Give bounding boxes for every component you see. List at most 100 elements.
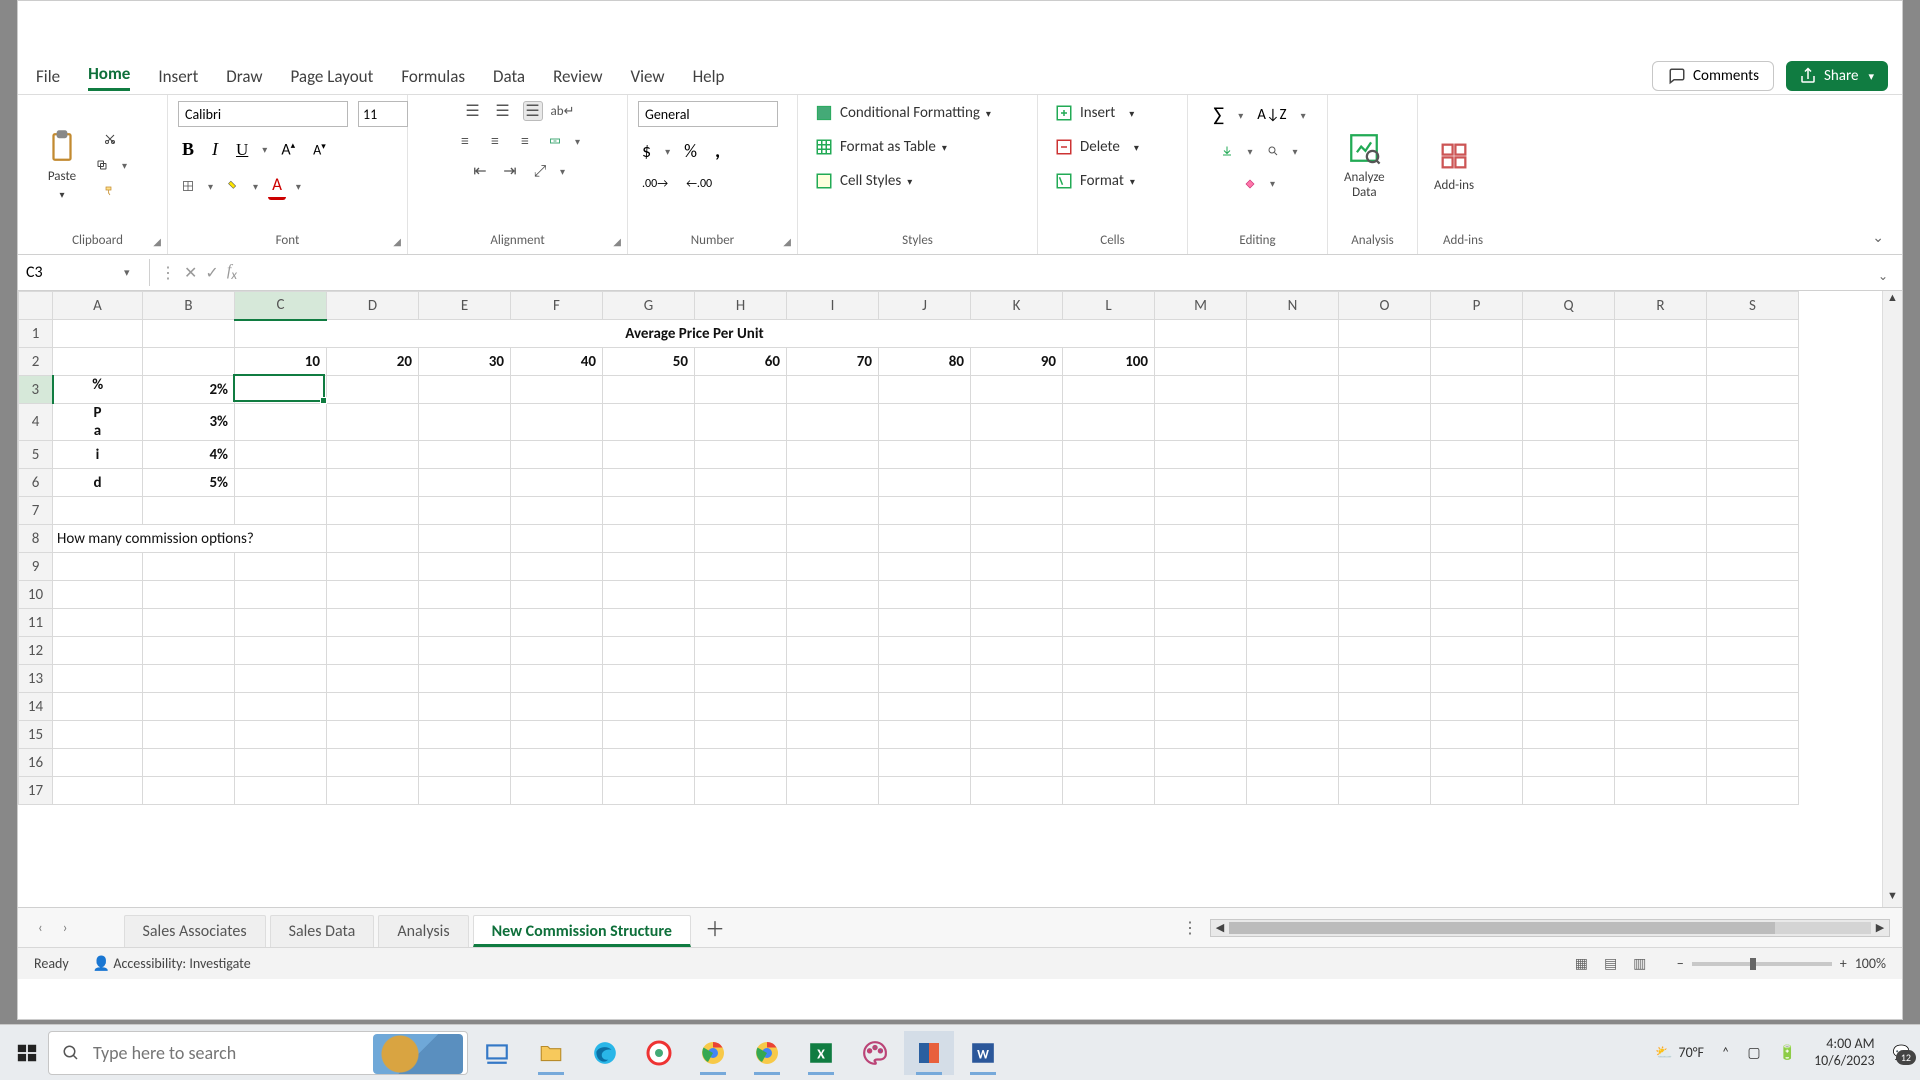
cell[interactable]	[1339, 777, 1431, 805]
cell[interactable]	[1247, 441, 1339, 469]
cell[interactable]	[235, 404, 327, 441]
cell[interactable]: How many commission options?	[53, 525, 327, 553]
cell[interactable]	[235, 441, 327, 469]
row-header[interactable]: 12	[19, 637, 53, 665]
cell[interactable]	[1339, 404, 1431, 441]
cell[interactable]	[1707, 348, 1799, 376]
cell[interactable]	[1063, 553, 1155, 581]
cell[interactable]	[419, 721, 511, 749]
cell[interactable]	[53, 497, 143, 525]
chevron-down-icon[interactable]: ▾	[1293, 145, 1298, 158]
horizontal-scrollbar[interactable]: ◀ ▶	[1210, 919, 1890, 937]
cell[interactable]	[695, 665, 787, 693]
cell[interactable]	[603, 777, 695, 805]
row-header[interactable]: 9	[19, 553, 53, 581]
cell[interactable]	[787, 665, 879, 693]
cell[interactable]	[695, 525, 787, 553]
row-header[interactable]: 16	[19, 749, 53, 777]
column-header[interactable]: D	[327, 292, 419, 320]
cell[interactable]	[53, 777, 143, 805]
cell[interactable]	[603, 525, 695, 553]
cell[interactable]	[143, 777, 235, 805]
chevron-down-icon[interactable]: ▾	[1301, 109, 1306, 122]
cell[interactable]	[53, 609, 143, 637]
cell[interactable]	[1063, 525, 1155, 553]
cell[interactable]	[327, 721, 419, 749]
tab-page-layout[interactable]: Page Layout	[291, 66, 374, 87]
cell[interactable]	[603, 609, 695, 637]
worksheet-grid[interactable]: ABCDEFGHIJKLMNOPQRS1Average Price Per Un…	[18, 291, 1902, 907]
cell[interactable]	[1063, 637, 1155, 665]
cell[interactable]	[1523, 721, 1615, 749]
cell[interactable]	[1707, 525, 1799, 553]
cell[interactable]	[603, 749, 695, 777]
cell[interactable]	[1523, 777, 1615, 805]
chevron-down-icon[interactable]: ▾	[296, 180, 301, 193]
cell[interactable]: 4%	[143, 441, 235, 469]
snip-taskbar[interactable]	[904, 1031, 954, 1075]
tab-insert[interactable]: Insert	[158, 66, 198, 87]
cell[interactable]: Pa	[53, 404, 143, 441]
cell[interactable]	[603, 721, 695, 749]
cell[interactable]	[879, 404, 971, 441]
cell[interactable]	[603, 376, 695, 404]
cell[interactable]: Average Price Per Unit	[235, 320, 1155, 348]
cell[interactable]	[879, 441, 971, 469]
align-bottom-button[interactable]: ☰	[523, 101, 543, 121]
orientation-button[interactable]: ⤢	[530, 161, 550, 181]
task-view-button[interactable]	[472, 1031, 522, 1075]
clear-button[interactable]	[1240, 173, 1260, 193]
cell[interactable]	[419, 749, 511, 777]
tray-chevron-icon[interactable]: ˄	[1722, 1044, 1730, 1061]
cell[interactable]	[1523, 581, 1615, 609]
cell[interactable]	[511, 693, 603, 721]
cell[interactable]	[53, 553, 143, 581]
cell[interactable]	[1063, 404, 1155, 441]
cell[interactable]	[1615, 749, 1707, 777]
chevron-down-icon[interactable]: ▾	[208, 180, 213, 193]
cell[interactable]: 60	[695, 348, 787, 376]
browser-taskbar-1[interactable]	[634, 1031, 684, 1075]
cell[interactable]	[1523, 637, 1615, 665]
align-middle-button[interactable]: ☰	[493, 101, 513, 121]
cell[interactable]	[1707, 441, 1799, 469]
cell[interactable]	[787, 693, 879, 721]
cell[interactable]: 5%	[143, 469, 235, 497]
cell[interactable]	[787, 749, 879, 777]
zoom-slider[interactable]	[1692, 962, 1832, 966]
cell[interactable]: 2%	[143, 376, 235, 404]
cell[interactable]	[971, 609, 1063, 637]
cell[interactable]	[1247, 404, 1339, 441]
fill-color-button[interactable]	[223, 176, 243, 196]
cell[interactable]	[1707, 404, 1799, 441]
cell[interactable]	[1155, 441, 1247, 469]
cell[interactable]	[603, 553, 695, 581]
cell[interactable]	[879, 637, 971, 665]
chevron-down-icon[interactable]: ▾	[253, 180, 258, 193]
cell[interactable]	[1707, 320, 1799, 348]
share-button[interactable]: Share ▾	[1786, 61, 1888, 91]
cancel-formula-button[interactable]: ✕	[184, 263, 197, 283]
cell[interactable]	[143, 749, 235, 777]
cell[interactable]	[1155, 553, 1247, 581]
cell[interactable]	[1247, 553, 1339, 581]
zoom-out-button[interactable]: −	[1677, 955, 1684, 972]
cell[interactable]	[695, 469, 787, 497]
dialog-launcher-icon[interactable]: ◢	[783, 235, 791, 248]
cell[interactable]	[1247, 777, 1339, 805]
cell[interactable]	[1523, 609, 1615, 637]
cell[interactable]	[235, 469, 327, 497]
cell[interactable]	[511, 581, 603, 609]
wrap-text-button[interactable]: ab↵	[553, 101, 573, 121]
font-name-select[interactable]	[178, 101, 348, 127]
cell[interactable]	[1523, 320, 1615, 348]
cell[interactable]	[419, 581, 511, 609]
word-taskbar[interactable]: W	[958, 1031, 1008, 1075]
cell[interactable]	[1615, 441, 1707, 469]
cell[interactable]	[971, 777, 1063, 805]
sheet-menu-button[interactable]: ⋮	[1182, 918, 1198, 938]
collapse-ribbon-button[interactable]: ⌄	[1872, 229, 1884, 246]
cell[interactable]	[1155, 469, 1247, 497]
column-header[interactable]: H	[695, 292, 787, 320]
cell[interactable]	[1063, 749, 1155, 777]
